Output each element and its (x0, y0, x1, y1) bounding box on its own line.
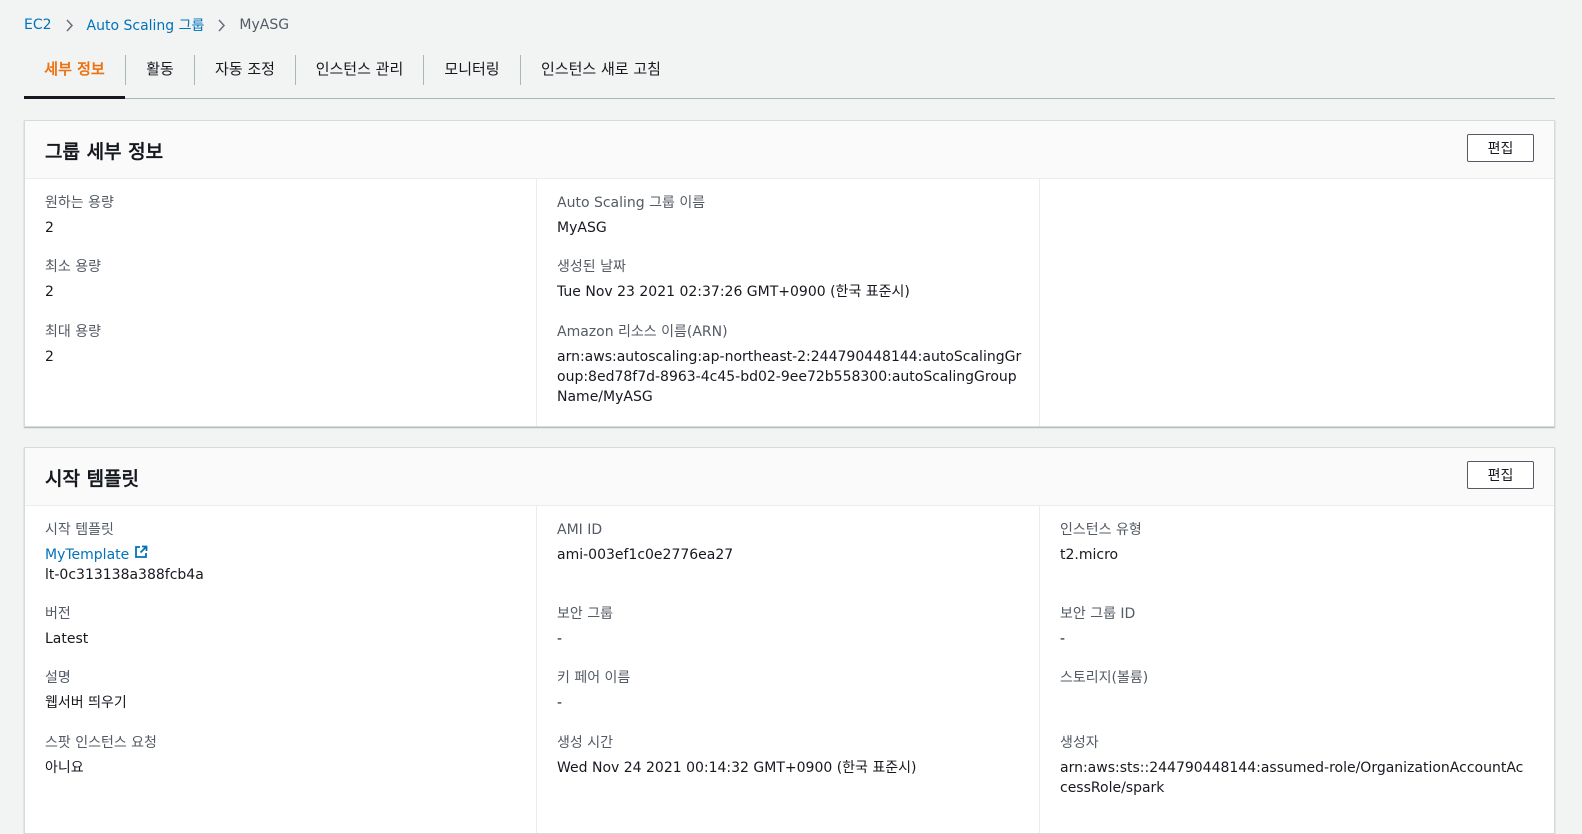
created-time-label: 생성 시간 (557, 735, 613, 751)
asg-name: Auto Scaling 그룹 이름 MyASG (557, 193, 1024, 238)
launch-template-link[interactable]: MyTemplate (45, 545, 148, 565)
group-details-edit-button[interactable]: 편집 (1467, 134, 1534, 162)
storage-volumes: 스토리지(볼륨) (1060, 668, 1527, 688)
asg-name-label: Auto Scaling 그룹 이름 (557, 195, 706, 211)
security-groups-label: 보안 그룹 (557, 606, 613, 622)
tab-instance-refresh[interactable]: 인스턴스 새로 고침 (521, 50, 681, 98)
description: 설명 웹서버 띄우기 (45, 668, 513, 713)
launch-template-name[interactable]: MyTemplate (45, 545, 129, 565)
created-date-value: Tue Nov 23 2021 02:37:26 GMT+0900 (한국 표준… (557, 284, 910, 300)
group-details-col-1: 원하는 용량 2 최소 용량 2 최대 용량 2 (25, 178, 527, 426)
ami-id: AMI ID ami-003ef1c0e2776ea27 (557, 520, 1024, 565)
key-pair-value: - (557, 695, 563, 711)
created-time: 생성 시간 Wed Nov 24 2021 00:14:32 GMT+0900 … (557, 733, 1024, 778)
created-date: 생성된 날짜 Tue Nov 23 2021 02:37:26 GMT+0900… (557, 257, 1024, 302)
desired-capacity-value: 2 (45, 220, 54, 236)
instance-type-value: t2.micro (1060, 547, 1119, 563)
version-label: 버전 (45, 606, 71, 622)
spot-request-value: 아니요 (45, 760, 84, 776)
desired-capacity-label: 원하는 용량 (45, 195, 114, 211)
tab-instance-management[interactable]: 인스턴스 관리 (296, 50, 423, 98)
asg-arn: Amazon 리소스 이름(ARN) arn:aws:autoscaling:a… (557, 322, 1024, 407)
group-details-header: 그룹 세부 정보 편집 (25, 121, 1554, 179)
key-pair-label: 키 페어 이름 (557, 670, 631, 686)
created-date-label: 생성된 날짜 (557, 259, 626, 275)
instance-type-label: 인스턴스 유형 (1060, 522, 1142, 538)
chevron-right-icon (65, 18, 74, 32)
tab-details[interactable]: 세부 정보 (24, 50, 125, 99)
group-details-title: 그룹 세부 정보 (45, 141, 164, 163)
launch-template-col-1: 시작 템플릿 MyTemplate lt-0c313138a388fcb4a 버… (25, 505, 527, 833)
max-capacity: 최대 용량 2 (45, 322, 513, 367)
launch-template-label: 시작 템플릿 (45, 522, 114, 538)
created-by: 생성자 arn:aws:sts::244790448144:assumed-ro… (1060, 733, 1527, 798)
asg-name-value: MyASG (557, 220, 607, 236)
launch-template-edit-button[interactable]: 편집 (1467, 461, 1534, 489)
external-link-icon[interactable] (134, 545, 148, 565)
launch-template-id: lt-0c313138a388fcb4a (45, 567, 204, 583)
ami-id-value: ami-003ef1c0e2776ea27 (557, 547, 734, 563)
desired-capacity: 원하는 용량 2 (45, 193, 513, 238)
breadcrumb: EC2 Auto Scaling 그룹 MyASG (24, 15, 289, 35)
min-capacity: 최소 용량 2 (45, 257, 513, 302)
breadcrumb-auto-scaling-groups[interactable]: Auto Scaling 그룹 (87, 15, 205, 35)
tab-activity[interactable]: 활동 (126, 50, 194, 98)
min-capacity-label: 최소 용량 (45, 259, 101, 275)
launch-template-title: 시작 템플릿 (45, 468, 140, 490)
security-group-ids-label: 보안 그룹 ID (1060, 606, 1136, 622)
security-group-ids: 보안 그룹 ID - (1060, 604, 1527, 649)
spot-request: 스팟 인스턴스 요청 아니요 (45, 733, 513, 778)
asg-arn-label: Amazon 리소스 이름(ARN) (557, 324, 728, 340)
chevron-right-icon (217, 18, 226, 32)
created-by-label: 생성자 (1060, 735, 1099, 751)
tab-automatic-scaling[interactable]: 자동 조정 (195, 50, 295, 98)
max-capacity-value: 2 (45, 349, 54, 365)
spot-request-label: 스팟 인스턴스 요청 (45, 735, 157, 751)
launch-template: 시작 템플릿 MyTemplate lt-0c313138a388fcb4a (45, 520, 513, 585)
group-details-col-2: Auto Scaling 그룹 이름 MyASG 생성된 날짜 Tue Nov … (536, 178, 1038, 426)
tab-monitoring[interactable]: 모니터링 (424, 50, 520, 98)
min-capacity-value: 2 (45, 284, 54, 300)
description-label: 설명 (45, 670, 71, 686)
launch-template-value: MyTemplate (45, 545, 513, 565)
group-details-panel: 그룹 세부 정보 편집 원하는 용량 2 최소 용량 2 최대 용량 2 Aut… (24, 120, 1555, 427)
version: 버전 Latest (45, 604, 513, 649)
launch-template-col-3: 인스턴스 유형 t2.micro 보안 그룹 ID - 스토리지(볼륨) 생성자… (1039, 505, 1541, 833)
ami-id-label: AMI ID (557, 522, 603, 538)
max-capacity-label: 최대 용량 (45, 324, 101, 340)
key-pair: 키 페어 이름 - (557, 668, 1024, 713)
created-time-value: Wed Nov 24 2021 00:14:32 GMT+0900 (한국 표준… (557, 760, 917, 776)
description-value: 웹서버 띄우기 (45, 695, 127, 711)
launch-template-panel: 시작 템플릿 편집 시작 템플릿 MyTemplate lt-0c313138a… (24, 447, 1555, 834)
breadcrumb-current: MyASG (239, 17, 290, 33)
group-details-col-3 (1039, 178, 1541, 426)
asg-arn-value: arn:aws:autoscaling:ap-northeast-2:24479… (557, 349, 1022, 405)
storage-volumes-label: 스토리지(볼륨) (1060, 670, 1149, 686)
launch-template-header: 시작 템플릿 편집 (25, 448, 1554, 506)
security-groups: 보안 그룹 - (557, 604, 1024, 649)
tab-bar: 세부 정보 활동 자동 조정 인스턴스 관리 모니터링 인스턴스 새로 고침 (24, 50, 1555, 99)
security-groups-value: - (557, 631, 563, 647)
breadcrumb-ec2[interactable]: EC2 (24, 17, 52, 33)
version-value: Latest (45, 631, 89, 647)
launch-template-col-2: AMI ID ami-003ef1c0e2776ea27 보안 그룹 - 키 페… (536, 505, 1038, 833)
instance-type: 인스턴스 유형 t2.micro (1060, 520, 1527, 565)
security-group-ids-value: - (1060, 631, 1066, 647)
created-by-value: arn:aws:sts::244790448144:assumed-role/O… (1060, 760, 1524, 796)
